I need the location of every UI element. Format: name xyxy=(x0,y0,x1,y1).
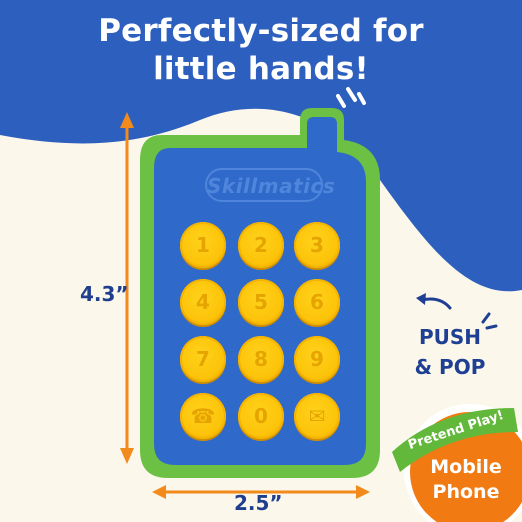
key-4[interactable]: 4 xyxy=(180,279,226,325)
key-5[interactable]: 5 xyxy=(238,279,284,325)
mobile-phone-label: Mobile Phone xyxy=(410,455,522,505)
width-label: 2.5” xyxy=(234,491,283,515)
brand-logo: Skillmatics xyxy=(205,168,335,202)
key-9[interactable]: 9 xyxy=(294,336,340,382)
key-6[interactable]: 6 xyxy=(294,279,340,325)
pop-label: & POP xyxy=(414,355,486,379)
curved-arrow-icon xyxy=(416,293,452,310)
key-7[interactable]: 7 xyxy=(180,336,226,382)
badge-line-1: Mobile xyxy=(430,456,502,478)
key-message-icon[interactable]: ✉ xyxy=(294,393,340,439)
key-phone-icon[interactable]: ☎ xyxy=(180,393,226,439)
badge-line-2: Phone xyxy=(432,481,500,503)
key-2[interactable]: 2 xyxy=(238,222,284,268)
key-0[interactable]: 0 xyxy=(238,393,284,439)
height-label: 4.3” xyxy=(80,282,129,306)
key-1[interactable]: 1 xyxy=(180,222,226,268)
key-8[interactable]: 8 xyxy=(238,336,284,382)
push-pop-callout: PUSH & POP xyxy=(405,322,495,382)
key-3[interactable]: 3 xyxy=(294,222,340,268)
keypad: 1 2 3 4 5 6 7 8 9 ☎ 0 ✉ xyxy=(178,222,348,442)
motion-lines-icon xyxy=(336,87,366,108)
push-label: PUSH xyxy=(418,325,482,349)
